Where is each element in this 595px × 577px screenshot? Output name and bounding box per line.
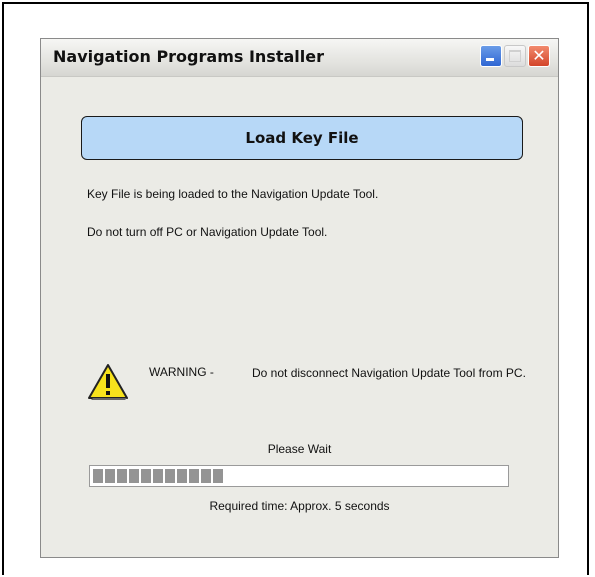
caption-buttons: ✕ [480, 45, 550, 67]
title-bar[interactable]: Navigation Programs Installer ✕ [41, 39, 558, 77]
please-wait-text: Please Wait [267, 442, 332, 456]
progress-segment [177, 469, 187, 483]
progress-segment [165, 469, 175, 483]
progress-segment [213, 469, 223, 483]
maximize-button[interactable] [504, 45, 526, 67]
power-off-message: Do not turn off PC or Navigation Update … [87, 225, 328, 239]
loading-message: Key File is being loaded to the Navigati… [87, 187, 379, 201]
progress-segment [117, 469, 127, 483]
progress-segment [141, 469, 151, 483]
minimize-button[interactable] [480, 45, 502, 67]
installer-window: Navigation Programs Installer ✕ Load Key… [40, 38, 559, 558]
required-time-text: Required time: Approx. 5 seconds [209, 499, 390, 513]
progress-bar [89, 465, 509, 487]
warning-icon [88, 364, 128, 400]
progress-segment [153, 469, 163, 483]
warning-label: WARNING - [149, 365, 214, 379]
warning-text: Do not disconnect Navigation Update Tool… [252, 366, 526, 380]
close-button[interactable]: ✕ [528, 45, 550, 67]
progress-segment [93, 469, 103, 483]
progress-segment [129, 469, 139, 483]
load-key-file-banner: Load Key File [81, 116, 523, 160]
progress-segment [105, 469, 115, 483]
progress-segment [201, 469, 211, 483]
close-icon: ✕ [532, 46, 546, 65]
window-title: Navigation Programs Installer [53, 47, 324, 66]
progress-segment [189, 469, 199, 483]
